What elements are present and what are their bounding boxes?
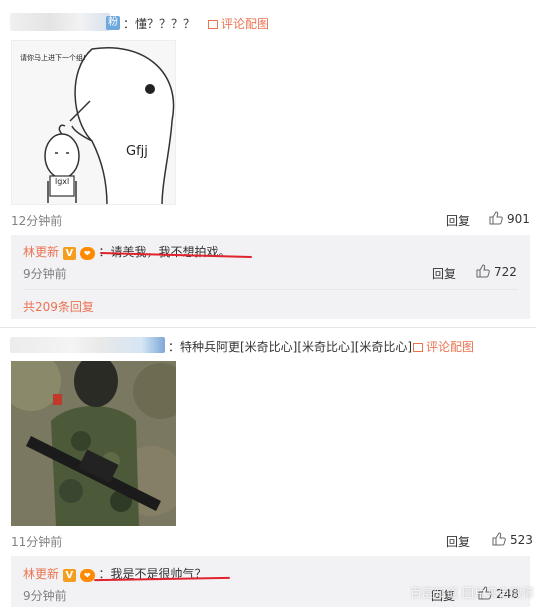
reply-author[interactable]: 林更新 [23, 567, 59, 581]
thumbs-up-icon [489, 211, 503, 225]
picture-icon [208, 20, 218, 29]
pic-comment-link[interactable]: 评论配图 [208, 15, 269, 32]
comment-text: ：特种兵阿更[米奇比心][米奇比心][米奇比心] [168, 340, 413, 354]
like-button[interactable]: 523 [492, 532, 533, 547]
reply-author[interactable]: 林更新 [23, 245, 59, 259]
reply-button[interactable]: 回复 [446, 212, 470, 229]
thumbs-up-icon [476, 264, 490, 278]
reply-button[interactable]: 回复 [446, 533, 470, 550]
reply-time: 9分钟前 [23, 589, 67, 603]
vip-level-icon: ❤ [79, 247, 95, 260]
username-blurred[interactable] [10, 337, 165, 353]
verified-v-icon: V [62, 569, 76, 582]
comment-text: ：懂？？？？ [123, 17, 196, 31]
soldier-photo [11, 361, 176, 526]
watermark: 百度知道 图片来自微博 [410, 586, 534, 600]
like-button[interactable]: 901 [489, 211, 530, 226]
reply-reply-button[interactable]: 回复 [432, 265, 456, 282]
image-label-small: lgxl [55, 177, 70, 186]
reply-author-line: 林更新 V ❤ ：请美我，我不想拍戏。 [23, 243, 231, 260]
image-caption: 请你马上进下一个组! [20, 54, 86, 62]
reply-like-button[interactable]: 722 [476, 264, 517, 279]
reply-divider [23, 289, 518, 290]
reply-time: 9分钟前 [23, 267, 67, 281]
comment-image[interactable]: 请你马上进下一个组! Gfjj lgxl [11, 40, 176, 205]
comment-time: 12分钟前 [11, 214, 63, 228]
comment-time: 11分钟前 [11, 535, 63, 549]
comment-divider [0, 327, 536, 328]
thumbs-up-icon [492, 532, 506, 546]
picture-icon [413, 343, 423, 352]
meme-drawing [44, 47, 175, 204]
username-blurred[interactable] [10, 13, 110, 31]
pic-comment-link[interactable]: 评论配图 [413, 338, 474, 355]
comment-image[interactable] [11, 361, 176, 526]
vip-level-icon: ❤ [79, 569, 95, 582]
verified-v-icon: V [62, 247, 76, 260]
more-replies-link[interactable]: 共209条回复 [23, 298, 94, 315]
fan-tag: 粉 [106, 16, 120, 30]
image-label-big: Gfjj [126, 144, 148, 159]
